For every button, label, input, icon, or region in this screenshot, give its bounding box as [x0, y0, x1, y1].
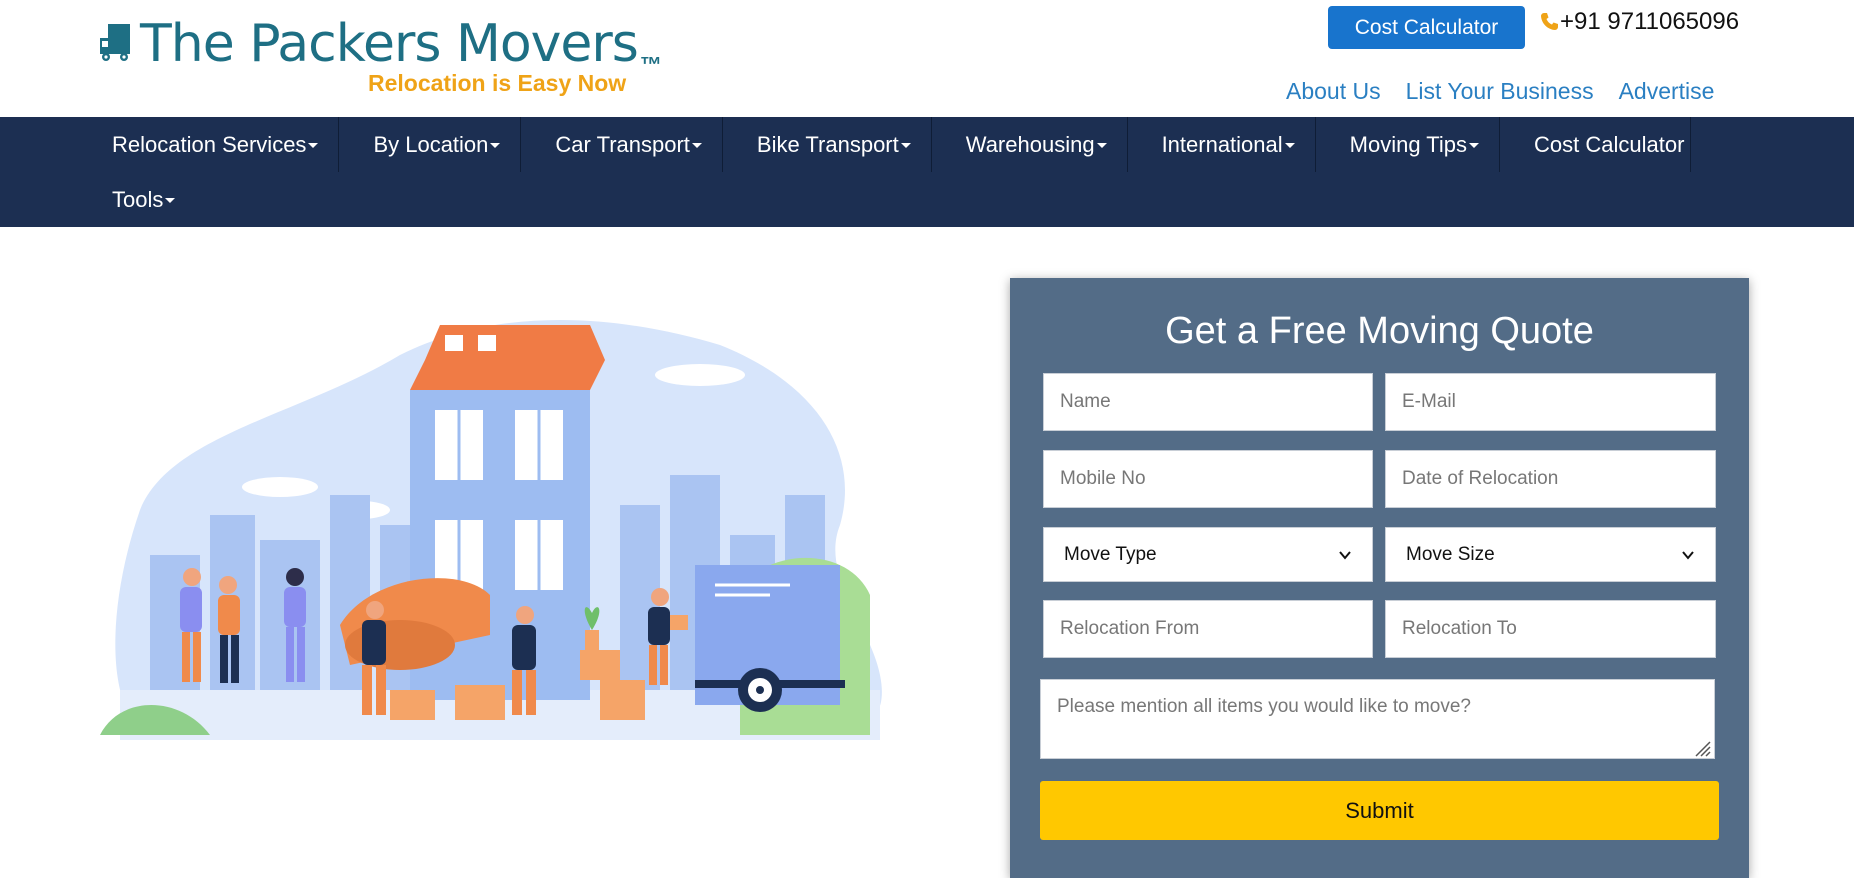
move-type-select[interactable]: Move Type: [1043, 527, 1373, 582]
nav-item-moving-tips[interactable]: Moving Tips: [1316, 117, 1501, 172]
name-input[interactable]: [1043, 373, 1373, 431]
phone-icon: [1541, 13, 1558, 30]
submit-button[interactable]: Submit: [1040, 781, 1719, 840]
chevron-down-icon: [1339, 550, 1351, 560]
phone-contact[interactable]: +91 9711065096: [1540, 8, 1739, 36]
logo-tagline: Relocation is Easy Now: [368, 70, 627, 96]
nav-item-warehousing[interactable]: Warehousing: [932, 117, 1128, 172]
chevron-down-icon: [1682, 550, 1694, 560]
nav-item-label: Car Transport: [555, 131, 690, 157]
move-size-selected-value: Move Size: [1406, 543, 1495, 565]
caret-down-icon: [1096, 143, 1107, 148]
logo-title-wrap: The Packers Movers ™: [98, 14, 662, 77]
moving-house-illustration: [100, 320, 882, 740]
caret-down-icon: [165, 198, 176, 203]
nav-item-label: By Location: [373, 131, 489, 157]
nav-item-label: Moving Tips: [1349, 131, 1468, 157]
nav-item-label: International: [1161, 131, 1283, 157]
relocation-from-input[interactable]: [1043, 600, 1373, 658]
nav-item-relocation-services[interactable]: Relocation Services: [92, 117, 340, 172]
nav-item-tools[interactable]: Tools: [112, 172, 195, 227]
nav-item-label: Relocation Services: [112, 131, 307, 157]
cost-calculator-button[interactable]: Cost Calculator: [1328, 6, 1525, 49]
caret-down-icon: [1469, 143, 1480, 148]
site-header: The Packers Movers ™ Relocation is Easy …: [0, 0, 1854, 117]
link-about-us[interactable]: About Us: [1286, 78, 1381, 105]
caret-down-icon: [308, 143, 319, 148]
items-to-move-textarea[interactable]: [1040, 679, 1715, 759]
nav-item-international[interactable]: International: [1128, 117, 1316, 172]
site-logo[interactable]: The Packers Movers ™ Relocation is Easy …: [98, 14, 668, 102]
phone-number: +91 9711065096: [1560, 8, 1740, 35]
email-input[interactable]: [1385, 373, 1716, 431]
nav-item-cost-calculator[interactable]: Cost Calculator: [1500, 117, 1692, 172]
nav-item-bike-transport[interactable]: Bike Transport: [723, 117, 932, 172]
quote-form-title: Get a Free Moving Quote: [1165, 310, 1594, 352]
quote-form-panel: Get a Free Moving Quote Move Type Move S…: [1010, 278, 1749, 878]
nav-item-label: Cost Calculator: [1534, 131, 1685, 157]
top-links: About Us List Your Business Advertise: [1286, 78, 1714, 105]
move-type-selected-value: Move Type: [1064, 543, 1157, 565]
caret-down-icon: [900, 143, 911, 148]
main-navigation: Relocation Services By Location Car Tran…: [0, 117, 1854, 227]
nav-item-label: Bike Transport: [756, 131, 899, 157]
truck-icon: [100, 24, 130, 61]
relocation-to-input[interactable]: [1385, 600, 1716, 658]
nav-item-car-transport[interactable]: Car Transport: [521, 117, 723, 172]
nav-item-label: Tools: [112, 186, 164, 212]
mobile-input[interactable]: [1043, 450, 1373, 508]
nav-row-2: Tools: [112, 172, 195, 227]
move-size-select[interactable]: Move Size: [1385, 527, 1716, 582]
link-list-your-business[interactable]: List Your Business: [1406, 78, 1594, 105]
relocation-date-input[interactable]: [1385, 450, 1716, 508]
nav-row-1: Relocation Services By Location Car Tran…: [112, 117, 1692, 172]
nav-item-by-location[interactable]: By Location: [339, 117, 522, 172]
logo-title: The Packers Movers: [140, 14, 639, 74]
nav-item-label: Warehousing: [965, 131, 1095, 157]
caret-down-icon: [1284, 143, 1295, 148]
caret-down-icon: [691, 143, 702, 148]
link-advertise[interactable]: Advertise: [1619, 78, 1715, 105]
caret-down-icon: [490, 143, 501, 148]
trademark-symbol: ™: [639, 52, 662, 77]
resize-handle-icon[interactable]: [1690, 736, 1712, 758]
